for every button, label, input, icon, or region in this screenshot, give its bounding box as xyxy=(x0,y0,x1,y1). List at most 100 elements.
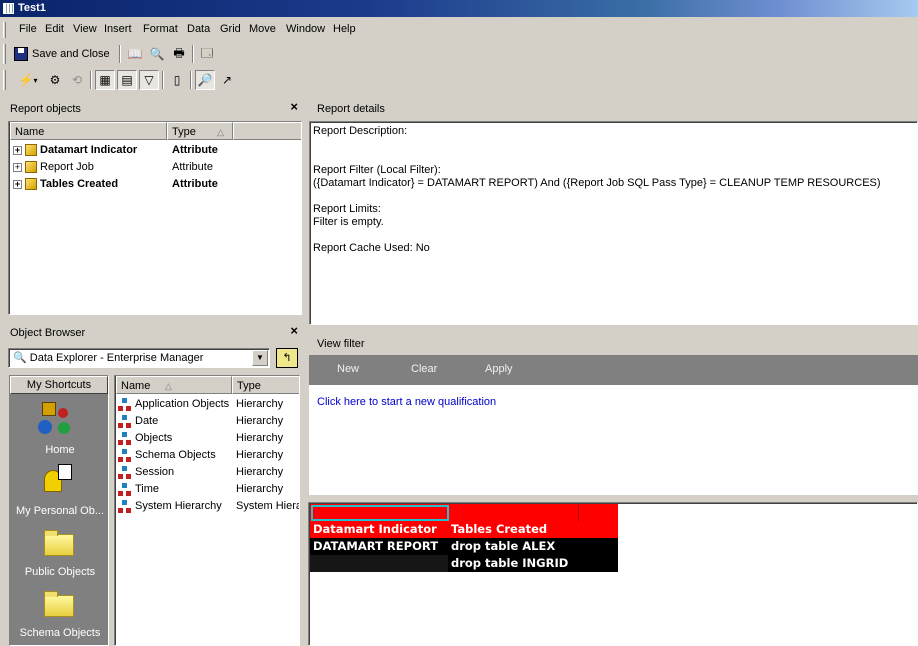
grid-cell-row1-col2[interactable]: drop table ALEX xyxy=(448,538,618,555)
toolbar-separator xyxy=(90,71,92,89)
grid-header-datamart-indicator[interactable]: Datamart Indicator xyxy=(310,521,448,538)
expand-icon[interactable]: + xyxy=(13,145,22,155)
close-icon[interactable]: × xyxy=(290,323,298,338)
shortcut-home-label[interactable]: Home xyxy=(10,444,110,456)
toolbar-grip xyxy=(3,44,6,64)
grid-header-tables-created[interactable]: Tables Created xyxy=(448,521,578,538)
print-preview-icon[interactable]: 🔍 xyxy=(147,44,167,64)
view-filter-title: View filter xyxy=(317,338,365,350)
folder-icon[interactable] xyxy=(44,591,74,617)
view-filter-toolbar: New Clear Apply xyxy=(309,355,918,385)
menu-bar: File Edit View Insert Format Data Grid M… xyxy=(0,20,918,40)
object-browser-panel: Object Browser × 🔍 Data Explorer - Enter… xyxy=(6,323,304,646)
toolbar-separator xyxy=(119,45,121,63)
attribute-icon xyxy=(25,144,37,157)
folder-icon[interactable] xyxy=(44,530,74,556)
report-filter-label: Report Filter (Local Filter): xyxy=(313,164,441,176)
personal-objects-icon[interactable] xyxy=(40,464,76,500)
window-title: Test1 xyxy=(18,2,46,14)
report-details-content: Report Description: Report Filter (Local… xyxy=(309,121,918,325)
grid-cell-row2-col2[interactable]: drop table INGRID xyxy=(448,555,618,572)
shortcut-personal-label[interactable]: My Personal Ob... xyxy=(10,505,110,517)
shortcut-icon[interactable]: ↗ xyxy=(217,70,237,90)
column-header-empty xyxy=(233,122,301,140)
list-item[interactable]: Objects xyxy=(118,430,172,447)
home-icon[interactable] xyxy=(38,402,78,438)
report-objects-title: Report objects xyxy=(10,103,81,115)
menu-grid[interactable]: Grid xyxy=(220,23,241,35)
hierarchy-icon xyxy=(118,482,132,496)
menu-edit[interactable]: Edit xyxy=(45,23,64,35)
list-item[interactable]: Session xyxy=(118,464,174,481)
list-item[interactable]: System Hierarchy xyxy=(118,498,222,515)
expand-icon[interactable]: + xyxy=(13,162,22,172)
up-folder-icon[interactable]: ↰ xyxy=(276,348,298,368)
menu-window[interactable]: Window xyxy=(286,23,325,35)
grid-selected-cell[interactable] xyxy=(311,505,449,521)
report-grid: Datamart Indicator Tables Created DATAMA… xyxy=(310,504,618,572)
chevron-down-icon[interactable]: ▼ xyxy=(252,350,268,366)
list-item[interactable]: Time xyxy=(118,481,159,498)
list-item-type: Hierarchy xyxy=(236,432,284,444)
report-objects-toggle-icon[interactable]: ▦ xyxy=(95,70,115,90)
open-book-icon[interactable]: 📖 xyxy=(125,44,145,64)
apply-button[interactable]: Apply xyxy=(485,363,513,375)
shortcuts-tab[interactable]: My Shortcuts xyxy=(10,376,108,394)
view-filter-toggle-icon[interactable]: ▽ xyxy=(139,70,159,90)
hierarchy-icon xyxy=(118,465,132,479)
menu-help[interactable]: Help xyxy=(333,23,356,35)
sql-view-icon[interactable]: ⚙ xyxy=(45,70,65,90)
list-item[interactable]: Application Objects xyxy=(118,396,229,413)
list-item[interactable]: Schema Objects xyxy=(118,447,216,464)
toolbar-separator xyxy=(162,71,164,89)
menu-format[interactable]: Format xyxy=(143,23,178,35)
new-qualification-link[interactable]: Click here to start a new qualification xyxy=(317,396,496,408)
printer-icon[interactable]: 🖶 xyxy=(169,44,189,64)
source-select[interactable]: 🔍 Data Explorer - Enterprise Manager ▼ xyxy=(8,348,270,368)
menu-move[interactable]: Move xyxy=(249,23,276,35)
save-and-close-button[interactable]: Save and Close xyxy=(14,44,110,64)
list-item[interactable]: + Report Job xyxy=(13,159,94,176)
menu-file[interactable]: File xyxy=(19,23,37,35)
grid-cell-row1-col1[interactable]: DATAMART REPORT xyxy=(310,538,448,555)
close-icon[interactable]: × xyxy=(290,99,298,114)
object-browser-toggle-icon[interactable]: ▤ xyxy=(117,70,137,90)
run-report-dropdown-icon[interactable]: ⚡ ▾ xyxy=(14,70,42,90)
magnifier-icon: 🔍 xyxy=(13,352,27,364)
list-item-type: Attribute xyxy=(172,178,218,190)
source-select-value: Data Explorer - Enterprise Manager xyxy=(29,352,204,364)
toolbar-grip xyxy=(3,70,6,90)
report-limits-value: Filter is empty. xyxy=(313,216,384,228)
grid-cell-row2-col1[interactable] xyxy=(310,555,448,572)
report-filter-value: ({Datamart Indicator} = DATAMART REPORT)… xyxy=(313,177,881,189)
list-item[interactable]: + Tables Created xyxy=(13,176,118,193)
clear-button[interactable]: Clear xyxy=(411,363,437,375)
object-browser-title: Object Browser xyxy=(10,327,86,339)
list-item[interactable]: + Datamart Indicator xyxy=(13,142,137,159)
zoom-icon[interactable]: 🔎 xyxy=(195,70,215,90)
menu-view[interactable]: View xyxy=(73,23,97,35)
list-item-type: System Hiera xyxy=(236,500,300,512)
report-limits-label: Report Limits: xyxy=(313,203,381,215)
menu-insert[interactable]: Insert xyxy=(104,23,132,35)
report-details-icon[interactable]: ▯ xyxy=(167,70,187,90)
title-bar: Test1 xyxy=(0,0,918,17)
column-header-name[interactable]: Name xyxy=(10,122,167,140)
menu-data[interactable]: Data xyxy=(187,23,210,35)
list-item-type: Hierarchy xyxy=(236,398,284,410)
toolbar-separator xyxy=(190,71,192,89)
column-header-name[interactable]: Name △ xyxy=(116,376,232,394)
list-item-type: Hierarchy xyxy=(236,415,284,427)
list-item[interactable]: Date xyxy=(118,413,158,430)
column-header-type[interactable]: Type △ xyxy=(167,122,233,140)
shortcut-schema-label[interactable]: Schema Objects xyxy=(10,627,110,639)
save-and-close-label: Save and Close xyxy=(32,48,110,60)
floppy-disk-icon xyxy=(14,47,28,61)
properties-icon[interactable]: 🗔 xyxy=(197,44,217,64)
expand-icon[interactable]: + xyxy=(13,179,22,189)
shortcut-public-label[interactable]: Public Objects xyxy=(10,566,110,578)
new-button[interactable]: New xyxy=(337,363,359,375)
hierarchy-icon xyxy=(118,499,132,513)
column-header-type[interactable]: Type xyxy=(232,376,299,394)
list-item-type: Hierarchy xyxy=(236,483,284,495)
